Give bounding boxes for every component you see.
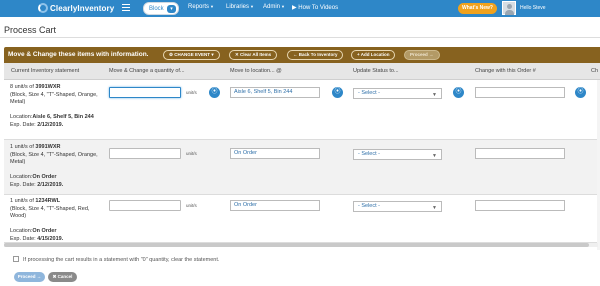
banner-text: Move & Change these items with informati…	[8, 51, 149, 58]
item-sku: 3991WXR	[35, 144, 61, 150]
nav-admin[interactable]: Admin▼	[263, 4, 285, 10]
unit-label: unit/s	[186, 203, 197, 208]
caret-down-icon: ▼	[281, 4, 285, 9]
nav-reports[interactable]: Reports▼	[188, 4, 214, 10]
caret-down-icon: ▼	[250, 4, 254, 9]
logo-icon	[38, 3, 48, 13]
column-header-status: Update Status to...	[353, 68, 399, 74]
order-number-input[interactable]	[475, 200, 565, 211]
item-description: (Block, Size 4, "T"-Shaped, Orange, Meta…	[10, 91, 98, 106]
arrow-right-icon: →	[427, 52, 434, 57]
column-header-location: Move to location... @	[230, 68, 282, 74]
status-select[interactable]: - Select - ▼	[353, 88, 442, 99]
move-location-input[interactable]: On Order	[230, 200, 320, 211]
logo-text: ClearlyInventory	[50, 4, 115, 13]
item-sku: 1234RWL	[35, 198, 61, 204]
nav-how-to-videos[interactable]: ▶ How To Videos	[292, 4, 338, 11]
horizontal-scrollbar[interactable]	[4, 243, 598, 247]
scrollbar-thumb[interactable]	[4, 243, 589, 247]
item-description: (Block, Size 4, "T"-Shaped, Orange, Meta…	[10, 151, 98, 166]
nav-libraries[interactable]: Libraries▼	[226, 4, 254, 10]
zero-quantity-label: If processing the cart results in a stat…	[23, 257, 220, 263]
item-exp-date: 2/12/2019.	[37, 121, 64, 128]
proceed-button-top[interactable]: Proceed →	[404, 50, 440, 60]
back-to-inventory-button[interactable]: ← Back To Inventory	[287, 50, 344, 60]
item-location: Aisle 6, Shelf 5, Bin 244	[32, 114, 94, 120]
item-exp-date: 2/12/2019.	[37, 181, 64, 188]
column-header-extra: Ch	[591, 68, 599, 74]
block-label: Block	[149, 5, 164, 12]
whats-new-button[interactable]: What's New?	[458, 3, 497, 14]
location-pin-icon[interactable]: ⦿	[453, 87, 464, 98]
status-select[interactable]: - Select - ▼	[353, 149, 442, 160]
caret-down-icon: ▼	[210, 4, 214, 9]
hamburger-menu-icon[interactable]	[122, 4, 130, 12]
nav-reports-label: Reports	[188, 4, 210, 10]
nav-admin-label: Admin	[263, 4, 281, 10]
arrow-right-icon: →	[35, 274, 42, 279]
chevron-down-icon: ▼	[432, 92, 437, 98]
column-header-order: Change with this Order #	[475, 68, 536, 74]
location-pin-icon[interactable]: ⦿	[332, 87, 343, 98]
order-number-input[interactable]	[475, 148, 565, 159]
quantity-input[interactable]	[109, 200, 181, 211]
quantity-input[interactable]	[109, 148, 181, 159]
divider	[0, 37, 600, 38]
inventory-statement: 8 unit/s of 3991WXR (Block, Size 4, "T"-…	[10, 84, 98, 128]
inventory-statement: 1 unit/s of 3991WXR (Block, Size 4, "T"-…	[10, 144, 98, 188]
item-description: (Block, Size 4, "T"-Shaped, Red, Wood)	[10, 205, 90, 220]
add-location-button[interactable]: + Add Location	[351, 50, 396, 60]
status-select[interactable]: - Select - ▼	[353, 201, 442, 212]
app-logo[interactable]: ClearlyInventory	[38, 3, 114, 13]
quantity-input[interactable]	[109, 87, 181, 98]
change-event-button[interactable]: ⚙ CHANGE EVENT ▾	[163, 50, 220, 60]
item-location: On Order	[32, 174, 57, 180]
item-sku: 3991WXR	[35, 84, 61, 90]
item-exp-date: 4/15/2019.	[37, 235, 64, 242]
user-greeting[interactable]: Hello Steve	[520, 5, 546, 11]
clear-all-items-button[interactable]: ✕ Clear All Items	[229, 50, 278, 60]
nav-videos-label: How To Videos	[298, 5, 339, 11]
nav-libraries-label: Libraries	[226, 4, 250, 10]
zero-quantity-option[interactable]: If processing the cart results in a stat…	[13, 256, 219, 263]
order-number-input[interactable]	[475, 87, 565, 98]
move-location-input[interactable]: Aisle 6, Shelf 5, Bin 244	[230, 87, 320, 98]
cancel-button[interactable]: ✖ Cancel	[48, 272, 77, 282]
column-header-quantity: Move & Change a quantity of...	[109, 68, 185, 74]
location-pin-icon[interactable]: ⦿	[575, 87, 586, 98]
unit-label: unit/s	[186, 90, 197, 95]
item-location: On Order	[32, 228, 57, 234]
chevron-down-icon: ▼	[432, 153, 437, 159]
page-title: Process Cart	[4, 25, 57, 35]
column-header-statement: Current Inventory statement	[11, 68, 80, 74]
location-pin-icon[interactable]: ⦿	[209, 87, 220, 98]
proceed-button[interactable]: Proceed →	[14, 272, 45, 282]
block-selector[interactable]: Block ▾	[143, 2, 179, 15]
avatar[interactable]	[502, 1, 516, 15]
chevron-down-icon: ▼	[432, 205, 437, 211]
zero-quantity-checkbox[interactable]	[13, 256, 19, 262]
move-location-input[interactable]: On Order	[230, 148, 320, 159]
chevron-down-icon: ▾	[210, 52, 214, 57]
inventory-statement: 1 unit/s of 1234RWL (Block, Size 4, "T"-…	[10, 198, 90, 242]
unit-label: unit/s	[186, 151, 197, 156]
chevron-down-icon[interactable]: ▾	[167, 5, 176, 13]
